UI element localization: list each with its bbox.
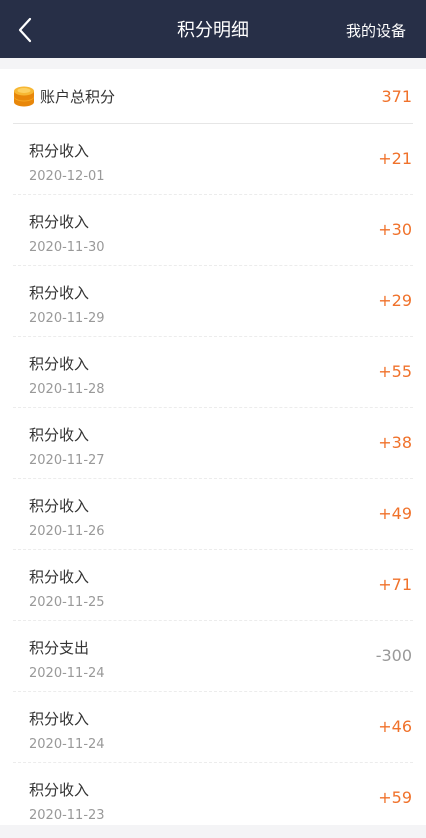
record-amount: +46 [378, 717, 412, 736]
list-item[interactable]: 积分收入 2020-11-28 +55 [13, 337, 413, 408]
record-amount: -300 [375, 646, 412, 665]
record-amount: +71 [378, 575, 412, 594]
record-amount: +49 [378, 504, 412, 523]
list-item[interactable]: 积分收入 2020-11-27 +38 [13, 408, 413, 479]
record-title: 积分收入 [29, 497, 90, 515]
my-devices-link[interactable]: 我的设备 [346, 0, 406, 58]
record-date: 2020-11-23 [29, 808, 105, 823]
record-date: 2020-11-24 [29, 666, 105, 681]
back-button[interactable] [10, 14, 42, 46]
record-amount: +30 [378, 220, 412, 239]
record-title: 积分收入 [29, 142, 90, 160]
record-title: 积分收入 [29, 781, 90, 799]
chevron-left-icon [18, 17, 32, 43]
record-amount: +38 [378, 433, 412, 452]
record-date: 2020-11-24 [29, 737, 105, 752]
record-date: 2020-12-01 [29, 169, 105, 184]
record-title: 积分收入 [29, 710, 90, 728]
record-date: 2020-11-25 [29, 595, 105, 610]
app-header: 积分明细 我的设备 [0, 0, 426, 58]
points-record-list: 积分收入 2020-12-01 +21 积分收入 2020-11-30 +30 积分收入 20… [0, 124, 426, 833]
record-amount: +59 [378, 788, 412, 807]
record-title: 积分收入 [29, 213, 90, 231]
points-content: 账户总积分 371 积分收入 2020-12-01 +21 积分收入 2020-11-3… [0, 69, 426, 825]
record-date: 2020-11-26 [29, 524, 105, 539]
list-item[interactable]: 积分支出 2020-11-24 -300 [13, 621, 413, 692]
record-title: 积分支出 [29, 639, 90, 657]
total-points-label: 账户总积分 [40, 88, 116, 106]
list-item[interactable]: 积分收入 2020-12-01 +21 [13, 124, 413, 195]
list-item[interactable]: 积分收入 2020-11-24 +46 [13, 692, 413, 763]
record-title: 积分收入 [29, 568, 90, 586]
total-points-value: 371 [381, 87, 412, 106]
record-date: 2020-11-30 [29, 240, 105, 255]
list-item[interactable]: 积分收入 2020-11-25 +71 [13, 550, 413, 621]
coin-stack-icon [14, 86, 34, 107]
list-item[interactable]: 积分收入 2020-11-23 +59 [13, 763, 413, 833]
record-date: 2020-11-27 [29, 453, 105, 468]
list-item[interactable]: 积分收入 2020-11-29 +29 [13, 266, 413, 337]
record-title: 积分收入 [29, 426, 90, 444]
record-amount: +55 [378, 362, 412, 381]
record-amount: +29 [378, 291, 412, 310]
list-item[interactable]: 积分收入 2020-11-26 +49 [13, 479, 413, 550]
record-amount: +21 [378, 149, 412, 168]
list-item[interactable]: 积分收入 2020-11-30 +30 [13, 195, 413, 266]
record-title: 积分收入 [29, 355, 90, 373]
record-date: 2020-11-28 [29, 382, 105, 397]
record-title: 积分收入 [29, 284, 90, 302]
record-date: 2020-11-29 [29, 311, 105, 326]
total-points-row: 账户总积分 371 [13, 69, 413, 124]
